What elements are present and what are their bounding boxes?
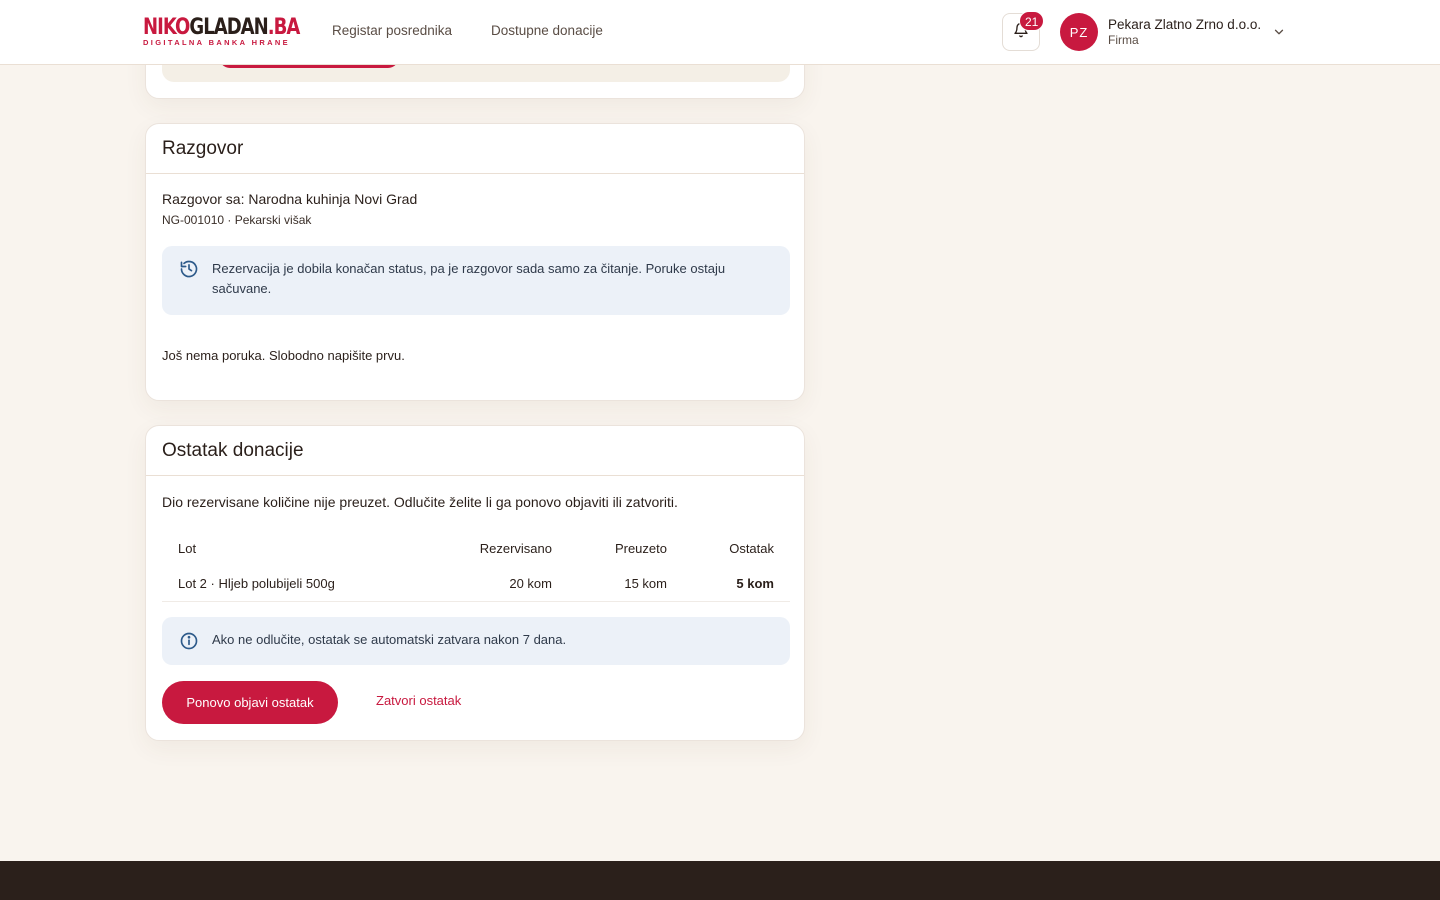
cell-remaining: 5 kom — [736, 576, 774, 591]
page-footer — [0, 861, 1440, 900]
column-header-picked: Preuzeto — [614, 541, 667, 556]
column-header-lot: Lot — [178, 541, 197, 556]
top-navigation-bar: NIKOGLADAN.BA DIGITALNA BANKA HRANE Regi… — [0, 0, 1440, 65]
auto-close-info-text: Ako ne odlučite, ostatak se automatski z… — [212, 632, 567, 647]
account-menu[interactable]: PZ Pekara Zlatno Zrno d.o.o. Firma — [1060, 13, 1286, 51]
donation-remainder-card: Ostatak donacije Dio rezervisane količin… — [145, 425, 805, 741]
brand-logo[interactable]: NIKOGLADAN.BA DIGITALNA BANKA HRANE — [143, 16, 300, 47]
empty-messages-text: Još nema poruka. Slobodno napišite prvu. — [162, 348, 405, 363]
account-role: Firma — [1108, 33, 1139, 47]
cell-picked: 15 kom — [624, 576, 667, 591]
remainder-description: Dio rezervisane količine nije preuzet. O… — [162, 494, 678, 510]
nav-registar-posrednika[interactable]: Registar posrednika — [332, 23, 452, 38]
conversation-card: Razgovor Razgovor sa: Narodna kuhinja No… — [145, 123, 805, 401]
read-only-notice-line1: Rezervacija je dobila konačan status, pa… — [212, 261, 726, 276]
republish-remainder-button[interactable]: Ponovo objavi ostatak — [162, 681, 338, 724]
notification-count-badge: 21 — [1019, 11, 1045, 31]
conversation-reference: NG-001010 · Pekarski višak — [162, 213, 312, 227]
brand-tagline: DIGITALNA BANKA HRANE — [143, 38, 290, 47]
close-remainder-button[interactable]: Zatvori ostatak — [376, 693, 461, 708]
table-header-row: Lot Rezervisano Preuzeto Ostatak — [162, 532, 790, 567]
column-header-remaining: Ostatak — [729, 541, 774, 556]
cell-lot: Lot 2 · Hljeb polubijeli 500g — [178, 576, 335, 591]
info-icon — [179, 631, 199, 656]
remainder-table: Lot Rezervisano Preuzeto Ostatak Lot 2 ·… — [162, 532, 790, 602]
conversation-title: Razgovor — [162, 137, 244, 159]
read-only-notice: Rezervacija je dobila konačan status, pa… — [162, 246, 790, 315]
history-icon — [179, 259, 199, 284]
account-name: Pekara Zlatno Zrno d.o.o. — [1108, 17, 1262, 32]
conversation-partner: Razgovor sa: Narodna kuhinja Novi Grad — [162, 191, 418, 207]
remainder-title: Ostatak donacije — [162, 439, 304, 461]
table-row: Lot 2 · Hljeb polubijeli 500g 20 kom 15 … — [162, 567, 790, 602]
auto-close-info-notice: Ako ne odlučite, ostatak se automatski z… — [162, 617, 790, 665]
nav-dostupne-donacije[interactable]: Dostupne donacije — [491, 23, 603, 38]
avatar: PZ — [1060, 13, 1098, 51]
column-header-reserved: Rezervisano — [479, 541, 552, 556]
chevron-down-icon — [1272, 25, 1286, 44]
read-only-notice-line2: sačuvane. — [212, 281, 272, 296]
cell-reserved: 20 kom — [509, 576, 552, 591]
